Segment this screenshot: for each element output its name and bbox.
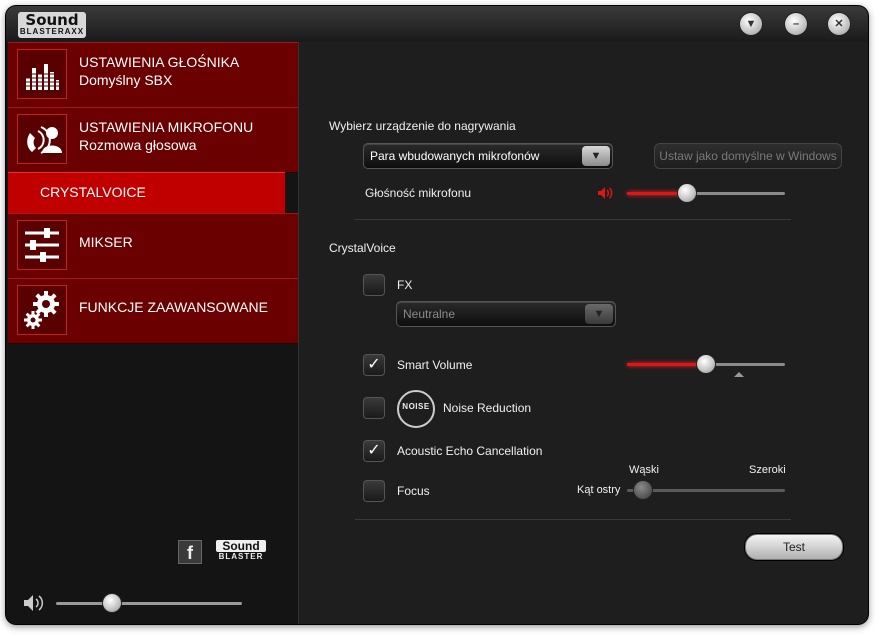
- mic-volume-speaker-icon[interactable]: [597, 186, 615, 200]
- smart-volume-fill: [627, 363, 706, 366]
- speaker-volume-icon[interactable]: [22, 593, 44, 613]
- chevron-down-icon[interactable]: ▼: [582, 146, 610, 166]
- recording-device-dropdown[interactable]: Para wbudowanych mikrofonów ▼: [363, 143, 613, 169]
- title-bar: Sound BLASTERAXX ▼ – ✕: [6, 6, 868, 42]
- divider: [355, 519, 791, 520]
- mixer-sliders-icon: [17, 220, 67, 270]
- smart-volume-label: Smart Volume: [397, 358, 473, 372]
- focus-slider[interactable]: [627, 481, 785, 499]
- gears-icon: [17, 285, 67, 335]
- fx-preset-value: Neutralne: [403, 307, 456, 321]
- sidebar-item-title: CRYSTALVOICE: [40, 184, 146, 200]
- recording-device-value: Para wbudowanych mikrofonów: [370, 149, 540, 163]
- microphone-user-icon: [17, 114, 67, 164]
- fx-checkbox[interactable]: [363, 274, 385, 296]
- master-volume-slider[interactable]: [56, 594, 242, 612]
- divider: [355, 219, 791, 220]
- noise-logo-icon: NOISE: [397, 390, 435, 428]
- focus-narrow-label: Wąski: [629, 464, 659, 476]
- app-window: Sound BLASTERAXX ▼ – ✕ USTAWIENIA GŁOŚNI…: [6, 6, 868, 624]
- focus-checkbox[interactable]: [363, 480, 385, 502]
- mic-volume-label: Głośność mikrofonu: [365, 186, 472, 200]
- focus-thumb[interactable]: [633, 481, 652, 499]
- mic-volume-slider[interactable]: [627, 184, 785, 202]
- close-button[interactable]: ✕: [828, 13, 850, 35]
- crystalvoice-heading: CrystalVoice: [329, 241, 396, 255]
- sidebar: USTAWIENIA GŁOŚNIKA Domyślny SBX USTAWIE…: [6, 42, 298, 624]
- sidebar-item-advanced-features[interactable]: FUNKCJE ZAAWANSOWANE: [8, 278, 298, 344]
- sidebar-item-microphone-settings[interactable]: USTAWIENIA MIKROFONU Rozmowa głosowa: [8, 107, 298, 173]
- test-button[interactable]: Test: [745, 534, 843, 560]
- main-panel: Wybierz urządzenie do nagrywania Para wb…: [298, 42, 868, 624]
- sound-blaster-logo[interactable]: Sound BLASTER: [216, 540, 266, 562]
- minimize-button[interactable]: –: [785, 13, 807, 35]
- recording-device-heading: Wybierz urządzenie do nagrywania: [329, 119, 516, 133]
- equalizer-icon: [17, 49, 67, 99]
- sidebar-item-title: MIKSER: [79, 234, 133, 250]
- master-volume-thumb[interactable]: [102, 594, 121, 612]
- fx-preset-dropdown[interactable]: Neutralne ▼: [396, 301, 616, 327]
- aec-label: Acoustic Echo Cancellation: [397, 444, 543, 458]
- sidebar-item-subtitle: Domyślny SBX: [79, 72, 173, 88]
- sidebar-item-title: USTAWIENIA GŁOŚNIKA: [79, 54, 240, 70]
- sidebar-item-crystalvoice[interactable]: CRYSTALVOICE: [8, 172, 285, 214]
- sidebar-item-mixer[interactable]: MIKSER: [8, 213, 298, 279]
- smart-volume-checkbox[interactable]: ✓: [363, 354, 385, 376]
- smart-volume-slider[interactable]: [627, 355, 785, 373]
- set-default-windows-button[interactable]: Ustaw jako domyślne w Windows: [654, 143, 842, 169]
- noise-reduction-checkbox[interactable]: [363, 397, 385, 419]
- noise-reduction-label: Noise Reduction: [443, 401, 532, 415]
- aec-checkbox[interactable]: ✓: [363, 440, 385, 462]
- sidebar-item-title: USTAWIENIA MIKROFONU: [79, 119, 254, 135]
- sidebar-item-speaker-settings[interactable]: USTAWIENIA GŁOŚNIKA Domyślny SBX: [8, 42, 298, 108]
- sidebar-item-title: FUNKCJE ZAAWANSOWANE: [79, 299, 269, 315]
- menu-dropdown-button[interactable]: ▼: [740, 13, 762, 35]
- focus-wide-label: Szeroki: [749, 464, 786, 476]
- smart-volume-default-marker: [734, 372, 744, 377]
- smart-volume-thumb[interactable]: [697, 355, 715, 373]
- sound-blasteraxx-logo: Sound BLASTERAXX: [18, 11, 86, 38]
- fx-label: FX: [397, 278, 413, 292]
- focus-label: Focus: [397, 484, 430, 498]
- focus-angle-label: Kąt ostry: [577, 484, 621, 496]
- sidebar-item-subtitle: Rozmowa głosowa: [79, 137, 197, 153]
- mic-volume-thumb[interactable]: [678, 184, 697, 202]
- facebook-icon[interactable]: f: [178, 540, 202, 564]
- chevron-down-icon[interactable]: ▼: [585, 304, 613, 324]
